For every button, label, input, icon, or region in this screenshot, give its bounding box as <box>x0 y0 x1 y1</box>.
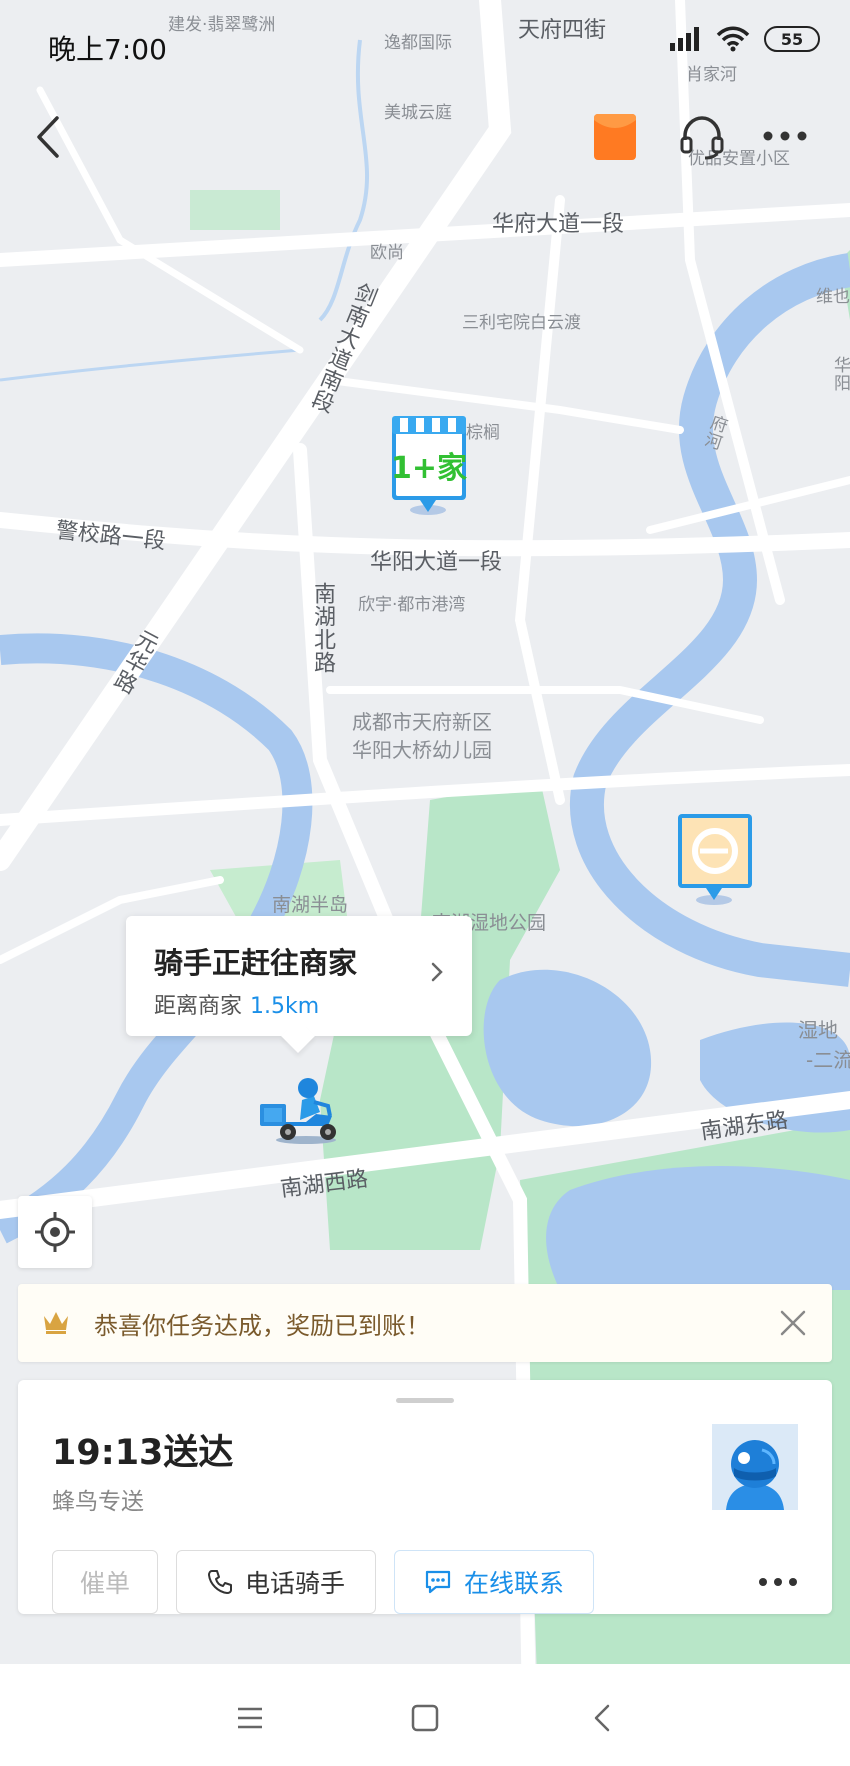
rider-scooter-icon <box>260 1078 336 1144</box>
status-bar: 晚上7:00 55 <box>0 0 850 90</box>
map-label: 华阳大桥幼儿园 <box>352 738 492 762</box>
locate-me-button[interactable] <box>18 1196 92 1268</box>
order-action-buttons: 催单 电话骑手 在线联系 <box>52 1550 594 1614</box>
crown-icon <box>44 1312 68 1334</box>
map-label: 欧尚 <box>370 243 404 263</box>
map-label: 华阳大道一段 <box>370 550 503 575</box>
delivery-service: 蜂鸟专送 <box>52 1489 144 1515</box>
crosshair-icon <box>35 1212 75 1252</box>
call-rider-label: 电话骑手 <box>244 1569 345 1598</box>
map-label: 美城云庭 <box>384 103 452 123</box>
system-nav-bar <box>0 1664 850 1766</box>
chevron-left-icon <box>37 116 59 158</box>
map-label: 欣宇·都市港湾 <box>358 595 466 615</box>
red-packet-button[interactable] <box>594 114 636 160</box>
status-time: 晚上7:00 <box>48 33 167 66</box>
chevron-right-icon <box>431 962 443 982</box>
status-icons: 55 <box>670 26 820 52</box>
map-label: 南湖半岛 <box>272 894 349 916</box>
back-nav-icon[interactable] <box>588 1702 620 1734</box>
map-label: 棕榈 <box>466 423 500 443</box>
rider-avatar-icon <box>712 1424 798 1510</box>
rider-avatar[interactable] <box>712 1424 798 1510</box>
online-chat-label: 在线联系 <box>463 1569 564 1598</box>
rider-status-callout[interactable]: 骑手正赶往商家 距离商家 1.5km <box>126 916 472 1036</box>
home-icon[interactable] <box>409 1702 441 1734</box>
menu-icon[interactable] <box>234 1702 266 1734</box>
map-label: 成都市天府新区 <box>352 710 492 734</box>
map-label: 华府大道一段 <box>492 212 625 237</box>
phone-icon <box>207 1570 232 1594</box>
map-label: -二流 <box>806 1048 850 1072</box>
map-label: 湿地 <box>798 1018 838 1042</box>
reward-message: 恭喜你任务达成，奖励已到账！ <box>94 1312 430 1340</box>
map-label: 三利宅院白云渡 <box>462 313 581 333</box>
more-button[interactable] <box>760 124 810 148</box>
delivery-eta: 19:13送达 <box>52 1433 234 1473</box>
red-packet-icon <box>594 114 636 160</box>
urge-order-button[interactable]: 催单 <box>52 1550 158 1614</box>
map-label: 维也 <box>816 287 850 307</box>
drag-handle[interactable] <box>396 1398 454 1403</box>
distance-value: 1.5km <box>250 994 320 1019</box>
back-button[interactable] <box>26 112 70 162</box>
rider-status-title: 骑手正赶往商家 <box>154 946 358 980</box>
order-status-card: 19:13送达 蜂鸟专送 催单 电话骑手 在线联系 <box>18 1380 832 1614</box>
more-actions-icon[interactable] <box>758 1570 798 1594</box>
signal-icon <box>670 27 699 51</box>
merchant-marker-label: 1+家 <box>391 451 467 486</box>
chat-icon <box>425 1570 451 1594</box>
map-label: 华阳 <box>830 356 850 392</box>
close-icon[interactable] <box>778 1308 808 1338</box>
urge-order-label: 催单 <box>79 1569 130 1598</box>
customer-service-button[interactable] <box>678 112 726 162</box>
battery-icon: 55 <box>764 26 820 52</box>
more-horizontal-icon <box>763 131 807 141</box>
reward-banner: 恭喜你任务达成，奖励已到账！ <box>18 1284 832 1362</box>
distance-info: 距离商家 1.5km <box>154 988 319 1020</box>
distance-label: 距离商家 <box>154 994 243 1019</box>
map-label: 南湖北路 <box>310 582 335 674</box>
headset-icon <box>680 116 724 160</box>
call-rider-button[interactable]: 电话骑手 <box>176 1550 376 1614</box>
wifi-icon <box>716 26 750 52</box>
online-chat-button[interactable]: 在线联系 <box>394 1550 594 1614</box>
